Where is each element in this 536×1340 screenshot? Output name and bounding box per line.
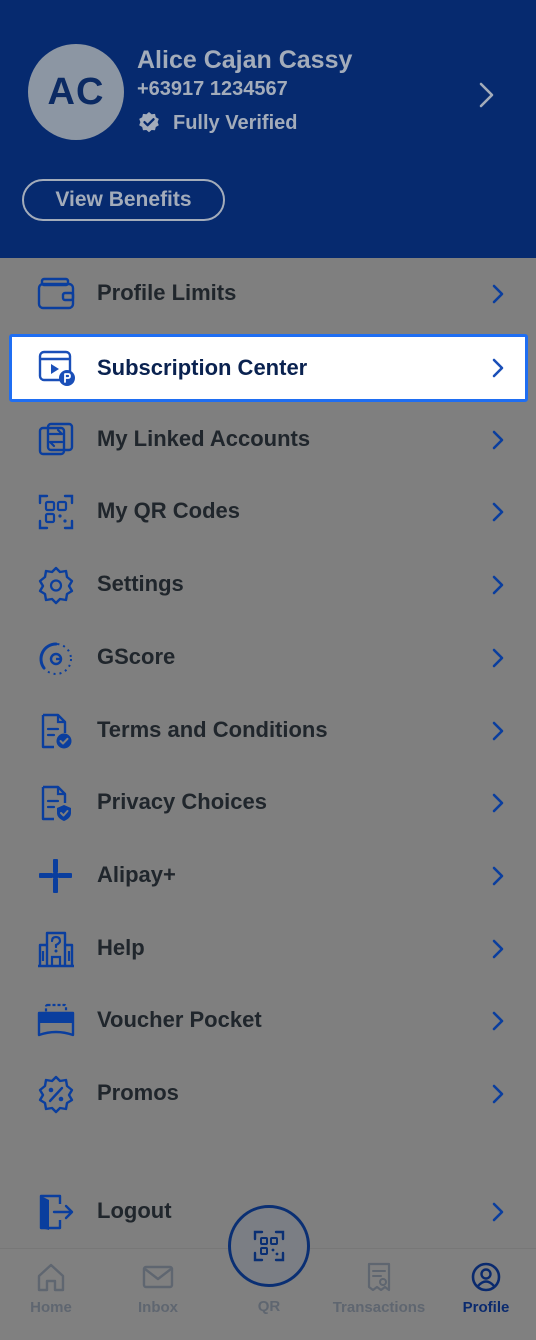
menu-item-label: Voucher Pocket	[97, 1007, 262, 1032]
nav-home[interactable]: Home	[1, 1261, 101, 1325]
nav-inbox-label: Inbox	[138, 1299, 178, 1316]
nav-transactions-label: Transactions	[332, 1299, 426, 1316]
help-building-icon	[38, 931, 74, 968]
menu-item-label: Alipay+	[97, 862, 176, 887]
menu-item-label: My Linked Accounts	[97, 426, 311, 451]
user-phone: +63917 1234567	[137, 78, 288, 100]
linked-accounts-icon	[38, 422, 74, 456]
logout-icon	[39, 1194, 74, 1230]
qr-scan-icon	[253, 1230, 285, 1262]
nav-transactions[interactable]: Transactions	[329, 1261, 429, 1325]
verified-badge-icon	[139, 112, 159, 133]
chevron-right-icon	[492, 866, 504, 886]
menu-item-alipay-plus[interactable]: Alipay+	[0, 840, 536, 912]
menu-item-label: Subscription Center	[97, 355, 308, 380]
menu-item-label: Profile Limits	[97, 280, 237, 305]
user-name: Alice Cajan Cassy	[137, 46, 353, 74]
qr-scan-button[interactable]	[228, 1205, 310, 1287]
voucher-icon	[37, 1003, 75, 1037]
gear-icon	[38, 566, 74, 605]
menu-item-promos[interactable]: Promos	[0, 1058, 536, 1130]
menu-item-help[interactable]: Help	[0, 913, 536, 985]
nav-profile-label: Profile	[462, 1299, 510, 1316]
chevron-right-icon	[492, 430, 504, 450]
chevron-right-icon	[492, 648, 504, 668]
nav-inbox[interactable]: Inbox	[108, 1261, 208, 1325]
document-check-icon	[41, 713, 72, 749]
menu-item-terms-and-conditions[interactable]: Terms and Conditions	[0, 695, 536, 767]
menu-item-privacy-choices[interactable]: Privacy Choices	[0, 767, 536, 839]
menu-item-label: Help	[97, 935, 145, 960]
menu-item-label: GScore	[97, 644, 176, 669]
verification-status-text: Fully Verified	[173, 111, 298, 134]
qr-code-icon	[38, 494, 74, 530]
mail-icon	[142, 1265, 174, 1289]
subscription-icon	[38, 350, 75, 386]
menu-item-gscore[interactable]: GScore	[0, 622, 536, 694]
view-benefits-button[interactable]: View Benefits	[22, 179, 225, 221]
alipay-icon	[39, 859, 72, 893]
chevron-right-icon	[492, 502, 504, 522]
chevron-right-icon	[492, 358, 504, 378]
chevron-right-icon	[492, 575, 504, 595]
wallet-icon	[37, 277, 75, 310]
nav-qr-label: QR	[257, 1298, 281, 1315]
profile-header: AC Alice Cajan Cassy +63917 1234567 Full…	[0, 0, 536, 258]
chevron-right-icon	[492, 1011, 504, 1031]
home-icon	[37, 1263, 65, 1292]
menu-item-my-qr-codes[interactable]: My QR Codes	[0, 476, 536, 548]
menu-item-label: Privacy Choices	[97, 789, 267, 814]
nav-home-label: Home	[30, 1299, 72, 1316]
receipt-icon	[367, 1262, 391, 1292]
profile-screen: AC Alice Cajan Cassy +63917 1234567 Full…	[0, 0, 536, 1340]
verification-status: Fully Verified	[137, 110, 297, 136]
menu-item-voucher-pocket[interactable]: Voucher Pocket	[0, 985, 536, 1057]
chevron-right-icon	[492, 1202, 504, 1222]
menu-item-label: Terms and Conditions	[97, 717, 328, 742]
chevron-right-icon	[492, 793, 504, 813]
chevron-right-icon	[492, 1084, 504, 1104]
menu-item-label: My QR Codes	[97, 498, 241, 523]
profile-icon	[471, 1262, 501, 1292]
nav-profile[interactable]: Profile	[436, 1261, 536, 1325]
chevron-right-icon	[492, 284, 504, 304]
chevron-right-icon	[492, 939, 504, 959]
chevron-right-icon[interactable]	[476, 80, 498, 110]
menu-item-label: Promos	[97, 1080, 179, 1105]
menu-item-label: Logout	[97, 1198, 172, 1223]
menu-item-subscription-center[interactable]: Subscription Center	[9, 334, 528, 402]
gscore-icon	[39, 642, 72, 675]
avatar[interactable]: AC	[28, 44, 124, 140]
chevron-right-icon	[492, 721, 504, 741]
menu-item-my-linked-accounts[interactable]: My Linked Accounts	[0, 404, 536, 476]
menu-item-settings[interactable]: Settings	[0, 549, 536, 621]
menu-item-profile-limits[interactable]: Profile Limits	[0, 258, 536, 330]
document-shield-icon	[41, 785, 71, 821]
menu-item-label: Settings	[97, 571, 184, 596]
promo-badge-icon	[38, 1075, 74, 1114]
